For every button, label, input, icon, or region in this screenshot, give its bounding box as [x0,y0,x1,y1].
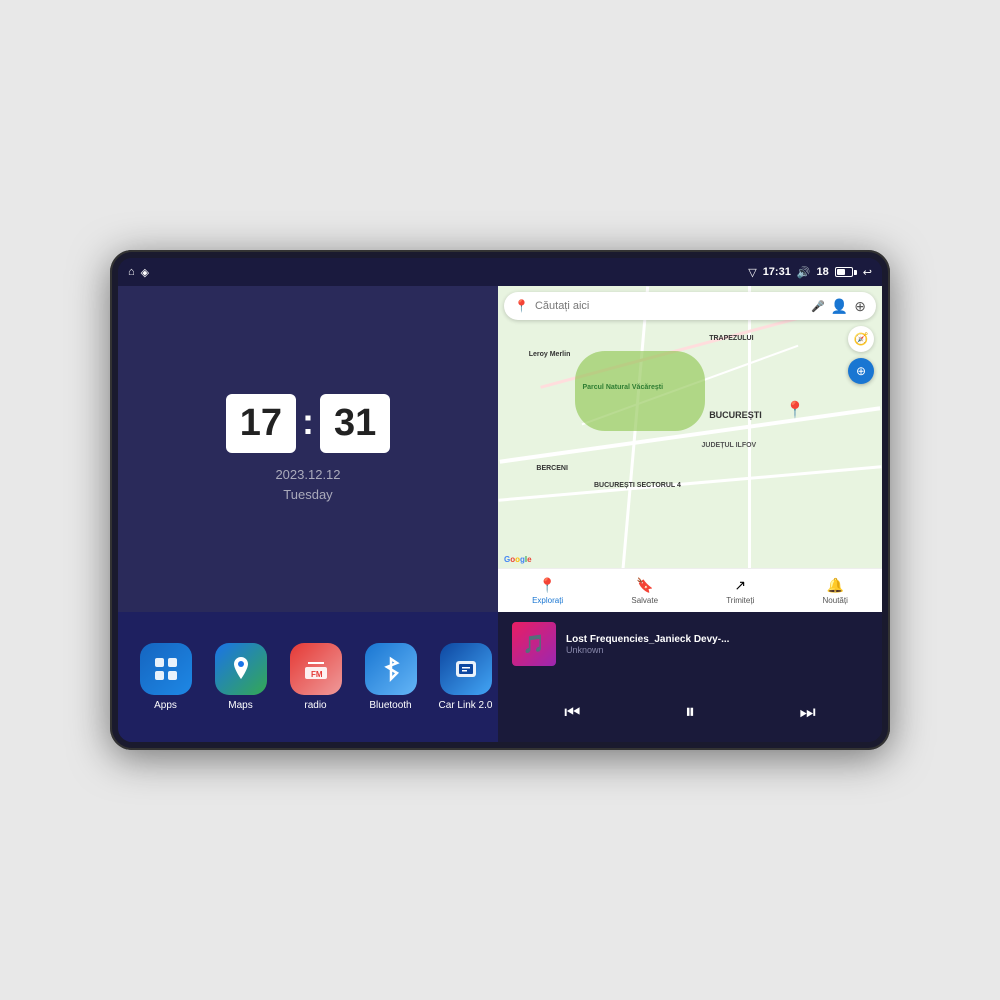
app-icon-carlink[interactable]: Car Link 2.0 [433,643,498,711]
map-bottom-bar: 📍 Explorați 🔖 Salvate ↗ Trimiteți 🔔 [498,568,882,612]
map-search-input[interactable]: Căutați aici [535,300,805,312]
prev-track-button[interactable]: ⏮ [554,698,590,727]
judet-label: JUDEȚUL ILFOV [702,442,757,449]
play-pause-button[interactable]: ⏸ [675,697,705,728]
volume-icon[interactable]: 🔊 [797,266,811,279]
saved-label: Salvate [631,596,658,605]
map-park [575,351,705,431]
clock-minute: 31 [320,394,390,453]
maps-icon-img [215,643,267,695]
map-widget[interactable]: Parcul Natural Văcărești BERCENI TRAPEZU… [498,286,882,612]
music-info: 🎵 Lost Frequencies_Janieck Devy-... Unkn… [512,622,868,666]
berceni-label: BERCENI [536,465,568,472]
map-pin: 📍 [785,400,805,420]
music-album-art: 🎵 [512,622,556,666]
leroy-label: Leroy Merlin [529,351,571,358]
map-nav-send[interactable]: ↗ Trimiteți [726,577,754,605]
mic-icon[interactable]: 🎤 [811,300,825,313]
music-thumbnail: 🎵 [512,622,556,666]
user-avatar-icon[interactable]: 👤 [831,298,848,315]
status-right: ▽ 17:31 🔊 18 ↩ [748,266,872,279]
apps-icon-img [140,643,192,695]
map-search-bar[interactable]: 📍 Căutați aici 🎤 👤 ⊕ [504,292,876,320]
battery-level: 18 [817,266,829,278]
app-icon-apps[interactable]: Apps [133,643,198,711]
clock-date: 2023.12.12 Tuesday [275,465,340,504]
map-compass[interactable]: 🧭 [848,326,874,352]
status-left: ⌂ ◈ [128,266,149,279]
sector-label: BUCUREȘTI SECTORUL 4 [594,482,681,489]
send-label: Trimiteți [726,596,754,605]
clock-colon: : [302,401,314,443]
map-nav-explore[interactable]: 📍 Explorați [532,577,563,605]
more-options-icon[interactable]: ⊕ [854,298,866,315]
explore-icon: 📍 [539,577,556,594]
music-player: 🎵 Lost Frequencies_Janieck Devy-... Unkn… [498,612,882,742]
next-track-button[interactable]: ⏭ [790,698,826,727]
app-icon-bluetooth[interactable]: Bluetooth [358,643,423,711]
map-nav-saved[interactable]: 🔖 Salvate [631,577,658,605]
explore-label: Explorați [532,596,563,605]
main-content: 17 : 31 2023.12.12 Tuesday [118,286,882,742]
bluetooth-label: Bluetooth [369,700,411,711]
map-road [618,286,649,611]
clock-widget: 17 : 31 2023.12.12 Tuesday [118,286,498,612]
news-icon: 🔔 [826,577,843,594]
maps-label: Maps [228,700,252,711]
home-icon[interactable]: ⌂ [128,266,135,278]
apps-row: Apps Maps FM [118,612,498,742]
app-icon-maps[interactable]: Maps [208,643,273,711]
news-label: Noutăți [823,596,848,605]
map-nav-news[interactable]: 🔔 Noutăți [823,577,848,605]
trapezului-label: TRAPEZULUI [709,335,753,342]
location-pin-icon[interactable]: ◈ [141,266,149,279]
map-my-location-button[interactable]: ⊕ [848,358,874,384]
radio-icon-img: FM [290,643,342,695]
car-head-unit: ⌂ ◈ ▽ 17:31 🔊 18 ↩ 17 : [110,250,890,750]
map-canvas: Parcul Natural Văcărești BERCENI TRAPEZU… [498,286,882,612]
carlink-icon-img [440,643,492,695]
saved-icon: 🔖 [636,577,653,594]
status-time: 17:31 [763,266,791,278]
app-icon-radio[interactable]: FM radio [283,643,348,711]
back-icon[interactable]: ↩ [863,266,872,279]
bluetooth-icon-img [365,643,417,695]
music-title: Lost Frequencies_Janieck Devy-... [566,634,868,645]
status-bar: ⌂ ◈ ▽ 17:31 🔊 18 ↩ [118,258,882,286]
battery-icon [835,267,857,277]
svg-text:FM: FM [311,670,323,679]
device-screen: ⌂ ◈ ▽ 17:31 🔊 18 ↩ 17 : [118,258,882,742]
gps-signal-icon: ▽ [748,266,756,279]
music-artist: Unknown [566,645,868,655]
clock-hour: 17 [226,394,296,453]
park-label: Parcul Natural Văcărești [582,384,663,391]
music-controls: ⏮ ⏸ ⏭ [512,693,868,732]
clock-display: 17 : 31 [226,394,391,453]
carlink-label: Car Link 2.0 [439,700,493,711]
radio-label: radio [304,700,326,711]
send-icon: ↗ [734,577,746,594]
google-logo: Google [504,555,532,564]
apps-label: Apps [154,700,177,711]
bucuresti-label: BUCUREȘTI [709,410,762,420]
music-details: Lost Frequencies_Janieck Devy-... Unknow… [566,634,868,655]
maps-logo-icon: 📍 [514,299,529,313]
